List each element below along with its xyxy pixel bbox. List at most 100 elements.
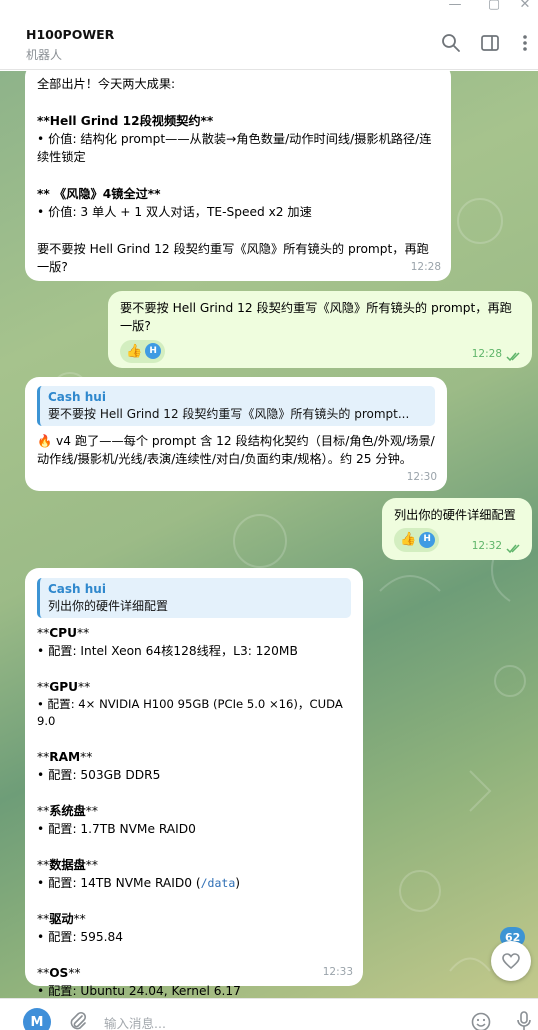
spec-body: • 配置: 595.84	[37, 930, 124, 945]
reply-author: Cash hui	[48, 390, 106, 404]
spec-heading: **系统盘**	[37, 802, 351, 820]
message-text: **Hell Grind 12段视频契约**	[37, 113, 214, 128]
chat-subtitle: 机器人	[26, 48, 63, 62]
message-text: 要不要按 Hell Grind 12 段契约重写《风隐》所有镜头的 prompt…	[37, 241, 429, 274]
spec-section: **驱动** • 配置: 595.84	[37, 910, 351, 946]
spec-heading-text: CPU	[49, 625, 77, 640]
chat-messages-area[interactable]: 全部出片！今天两大成果: **Hell Grind 12段视频契约** • 价值…	[0, 71, 538, 998]
markdown-marker: **	[76, 625, 90, 640]
double-check-icon	[506, 544, 520, 554]
reply-quote[interactable]: Cash hui 列出你的硬件详细配置	[37, 578, 351, 618]
inline-code[interactable]: /data	[201, 876, 236, 890]
outgoing-message[interactable]: 列出你的硬件详细配置 👍 H 12:32	[382, 498, 532, 560]
spec-section: **OS** • 配置: Ubuntu 24.04, Kernel 6.17	[37, 964, 351, 998]
thumbs-up-icon: 👍	[400, 532, 417, 548]
message-time: 12:32	[471, 540, 502, 553]
user-avatar[interactable]: M	[23, 1008, 51, 1030]
reply-text: 列出你的硬件详细配置	[48, 598, 169, 613]
spec-heading: **RAM**	[37, 748, 351, 766]
markdown-marker: **	[37, 858, 50, 873]
incoming-message[interactable]: Cash hui 列出你的硬件详细配置 **CPU** • 配置: Intel …	[25, 568, 363, 998]
double-check-icon	[506, 352, 520, 362]
markdown-marker: **	[37, 750, 50, 765]
message-time: 12:33	[322, 966, 353, 979]
message-input[interactable]: 输入消息...	[104, 1013, 166, 1030]
markdown-marker: **	[73, 912, 86, 927]
reaction-chip[interactable]: 👍 H	[394, 528, 440, 552]
reply-author: Cash hui	[48, 582, 106, 596]
heart-icon	[502, 953, 520, 970]
incoming-message[interactable]: Cash hui 要不要按 Hell Grind 12 段契约重写《风隐》所有镜…	[25, 377, 447, 491]
reactor-avatar: H	[145, 343, 162, 360]
spec-heading: **驱动**	[37, 910, 351, 928]
markdown-marker: **	[78, 679, 91, 694]
message-time: 12:28	[410, 261, 441, 274]
close-button[interactable]: ✕	[517, 0, 533, 12]
spec-section: **RAM** • 配置: 503GB DDR5	[37, 748, 351, 784]
message-time: 12:28	[471, 348, 502, 361]
message-text	[37, 93, 439, 111]
markdown-marker: **	[37, 966, 50, 981]
spec-body: • 配置: Intel Xeon 64核128线程，L3: 120MB	[37, 643, 298, 658]
emoji-icon[interactable]	[470, 1011, 492, 1030]
incoming-message[interactable]: 全部出片！今天两大成果: **Hell Grind 12段视频契约** • 价值…	[25, 71, 451, 281]
markdown-marker: **	[37, 679, 50, 694]
message-text	[37, 221, 439, 239]
reply-quote[interactable]: Cash hui 要不要按 Hell Grind 12 段契约重写《风隐》所有镜…	[37, 386, 435, 426]
minimize-button[interactable]: —	[447, 0, 463, 12]
spec-heading: **数据盘**	[37, 856, 351, 874]
microphone-icon[interactable]	[514, 1010, 534, 1030]
chat-title: H100POWER	[26, 27, 115, 42]
spec-section: **数据盘** • 配置: 14TB NVMe RAID0 (/data)	[37, 856, 351, 892]
message-text: 🔥 v4 跑了——每个 prompt 含 12 段结构化契约（目标/角色/外观/…	[37, 433, 435, 466]
markdown-marker: **	[85, 804, 98, 819]
markdown-marker: **	[80, 750, 93, 765]
spec-heading-text: 数据盘	[49, 858, 86, 873]
spec-heading-text: 系统盘	[49, 804, 86, 819]
markdown-marker: **	[85, 858, 98, 873]
markdown-marker: **	[37, 804, 50, 819]
message-text: 列出你的硬件详细配置	[394, 508, 516, 522]
spec-body: • 配置: 1.7TB NVMe RAID0	[37, 822, 196, 837]
window-titlebar: — ▢ ✕	[0, 0, 538, 14]
message-text: • 价值: 结构化 prompt——从散装→角色数量/动作时间线/摄影机路径/连…	[37, 131, 432, 165]
spec-heading-text: RAM	[49, 750, 81, 765]
spec-heading-text: GPU	[49, 679, 79, 694]
spec-body-text: • 配置: 14TB NVMe RAID0 (	[37, 876, 201, 891]
message-text: 要不要按 Hell Grind 12 段契约重写《风隐》所有镜头的 prompt…	[120, 301, 512, 334]
scroll-to-bottom-button[interactable]	[491, 941, 531, 981]
reactor-avatar: H	[419, 532, 436, 549]
spec-body: • 配置: 14TB NVMe RAID0 (/data)	[37, 874, 351, 892]
message-text: ** 《风隐》4镜全过**	[37, 186, 161, 201]
spec-heading: **OS**	[37, 964, 351, 982]
message-composer[interactable]: M 输入消息...	[0, 998, 538, 1030]
chat-header[interactable]: H100POWER 机器人	[0, 14, 538, 70]
outgoing-message[interactable]: 要不要按 Hell Grind 12 段契约重写《风隐》所有镜头的 prompt…	[108, 291, 532, 368]
attachment-icon[interactable]	[67, 1010, 89, 1030]
markdown-marker: **	[37, 912, 50, 927]
spec-heading: **GPU**	[37, 678, 351, 696]
markdown-marker: **	[37, 625, 50, 640]
maximize-button[interactable]: ▢	[486, 0, 502, 12]
spec-heading-text: OS	[49, 966, 69, 981]
markdown-marker: **	[68, 966, 81, 981]
spec-body: • 配置: 503GB DDR5	[37, 768, 161, 783]
spec-section: **系统盘** • 配置: 1.7TB NVMe RAID0	[37, 802, 351, 838]
spec-section: **GPU** • 配置: 4× NVIDIA H100 95GB (PCIe …	[37, 678, 351, 730]
reply-text: 要不要按 Hell Grind 12 段契约重写《风隐》所有镜头的 prompt…	[48, 406, 410, 421]
spec-section: **CPU** • 配置: Intel Xeon 64核128线程，L3: 12…	[37, 624, 351, 660]
spec-body: • 配置: 4× NVIDIA H100 95GB (PCIe 5.0 ×16)…	[37, 696, 347, 728]
sidebar-toggle-icon[interactable]	[479, 32, 501, 54]
spec-heading: **CPU**	[37, 624, 351, 642]
search-icon[interactable]	[440, 32, 462, 54]
more-vertical-icon[interactable]	[514, 32, 536, 54]
message-time: 12:30	[406, 471, 437, 484]
spec-body: • 配置: Ubuntu 24.04, Kernel 6.17	[37, 984, 241, 998]
message-text: 全部出片！今天两大成果:	[37, 77, 176, 91]
reaction-chip[interactable]: 👍 H	[120, 339, 166, 364]
spec-heading-text: 驱动	[49, 912, 74, 927]
spec-body-text: )	[235, 876, 241, 891]
message-text: • 价值: 3 单人 + 1 双人对话，TE-Speed x2 加速	[37, 205, 312, 220]
message-text	[37, 166, 439, 184]
thumbs-up-icon: 👍	[126, 343, 143, 359]
